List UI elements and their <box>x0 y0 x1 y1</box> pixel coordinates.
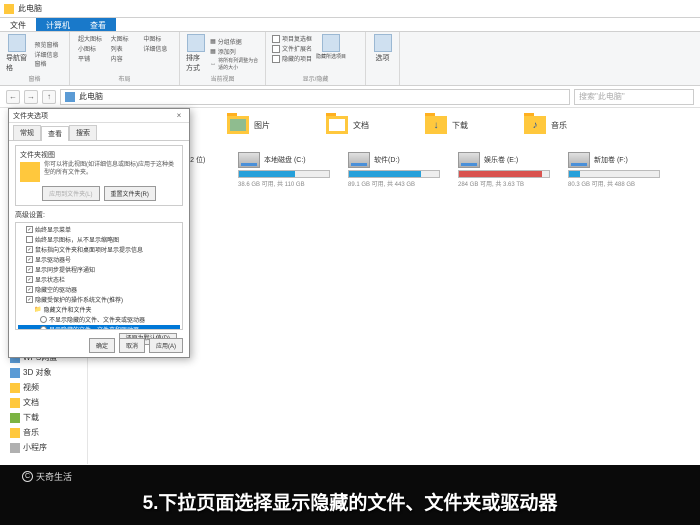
tab-view[interactable]: 查看 <box>41 126 69 141</box>
ribbon-group-layout: 超大图标 大图标 中图标 小图标 列表 详细信息 平铺 内容 布局 <box>70 32 180 85</box>
tab-computer[interactable]: 计算机 <box>36 18 80 31</box>
view-xl-icons[interactable]: 超大图标 <box>76 34 108 43</box>
ribbon-group-panes: 导航窗格 预览窗格 详细信息窗格 窗格 <box>0 32 70 85</box>
view-tiles[interactable]: 平铺 <box>76 54 108 63</box>
autofit-button[interactable]: ↔将所有列调整为合适的大小 <box>210 57 259 71</box>
details-pane-button[interactable]: 详细信息窗格 <box>32 50 63 68</box>
dialog-titlebar: 文件夹选项 × <box>9 109 189 123</box>
video-caption: 5.下拉页面选择显示隐藏的文件、文件夹或驱动器 <box>0 488 700 515</box>
view-list[interactable]: 列表 <box>109 44 141 53</box>
folder-documents[interactable]: 文档 <box>326 116 369 134</box>
dialog-tabs: 常规 查看 搜索 <box>9 123 189 141</box>
ribbon: 导航窗格 预览窗格 详细信息窗格 窗格 超大图标 大图标 中图标 小图标 列表 … <box>0 32 700 86</box>
view-content[interactable]: 内容 <box>109 54 141 63</box>
forward-button[interactable]: → <box>24 90 38 104</box>
folder-music[interactable]: 音乐 <box>524 116 567 134</box>
music-icon <box>10 428 20 438</box>
ribbon-group-current-view: 排序方式 ▦分组依据 ▦添加列 ↔将所有列调整为合适的大小 当前视图 <box>180 32 266 85</box>
up-button[interactable]: ↑ <box>42 90 56 104</box>
drive-c[interactable]: 本地磁盘 (C:) 38.6 GB 可用, 共 110 GB <box>238 152 330 188</box>
options-button[interactable]: 选项 <box>372 34 393 63</box>
folder-icon <box>20 162 40 182</box>
advanced-settings-tree[interactable]: ✓始终显示菜单 始终显示图标，从不显示缩略图 ✓鼠标指向文件夹和桌面项时显示提示… <box>15 222 183 330</box>
sidebar-item[interactable]: 视频 <box>0 380 87 395</box>
cancel-button[interactable]: 取消 <box>119 338 145 353</box>
dialog-title: 文件夹选项 <box>13 111 48 121</box>
sort-button[interactable]: 排序方式 <box>186 34 206 73</box>
dialog-body: 文件夹视图 你可以将此视图(如详细信息或图标)应用于这种类型的所有文件夹。 应用… <box>9 141 189 349</box>
drive-d[interactable]: 软件(D:) 89.1 GB 可用, 共 443 GB <box>348 152 440 188</box>
hide-selected-button[interactable]: 隐藏所选项目 <box>316 34 346 63</box>
ok-button[interactable]: 确定 <box>89 338 115 353</box>
search-input[interactable]: 搜索"此电脑" <box>574 89 694 105</box>
sidebar-item[interactable]: 3D 对象 <box>0 365 87 380</box>
download-icon <box>10 413 20 423</box>
view-m-icons[interactable]: 中图标 <box>141 34 173 43</box>
add-columns-button[interactable]: ▦添加列 <box>210 47 259 56</box>
ribbon-group-options: 选项 <box>366 32 400 85</box>
folder-pictures[interactable]: 图片 <box>227 116 270 134</box>
folders-row: 视频 图片 文档 下载 音乐 <box>128 116 690 134</box>
preview-pane-button[interactable]: 预览窗格 <box>32 40 63 49</box>
checkbox-hidden-items[interactable]: 隐藏的项目 <box>272 54 312 63</box>
drive-f[interactable]: 新加卷 (F:) 80.3 GB 可用, 共 488 GB <box>568 152 660 188</box>
reset-folders-button[interactable]: 重置文件夹(R) <box>104 186 156 201</box>
folder-view-group: 文件夹视图 你可以将此视图(如详细信息或图标)应用于这种类型的所有文件夹。 应用… <box>15 145 183 206</box>
address-input[interactable]: 此电脑 <box>60 89 570 105</box>
group-by-button[interactable]: ▦分组依据 <box>210 37 259 46</box>
drive-icon <box>348 152 370 168</box>
app-icon <box>10 443 20 453</box>
apply-button[interactable]: 应用(A) <box>149 338 183 353</box>
ribbon-tabs: 文件 计算机 查看 <box>0 18 700 32</box>
folder-downloads[interactable]: 下载 <box>425 116 468 134</box>
folder-icon <box>227 116 249 134</box>
drives-row: 腾讯视频 (32 位) 本地磁盘 (C:) 38.6 GB 可用, 共 110 … <box>128 152 690 188</box>
group-desc: 你可以将此视图(如详细信息或图标)应用于这种类型的所有文件夹。 <box>44 162 178 178</box>
watermark: C天奇生活 <box>22 470 72 483</box>
hidden-files-folder-node[interactable]: 📁隐藏文件和文件夹 <box>18 305 180 315</box>
view-l-icons[interactable]: 大图标 <box>109 34 141 43</box>
checkbox-file-ext[interactable]: 文件扩展名 <box>272 44 312 53</box>
folder-icon <box>326 116 348 134</box>
ribbon-group-show-hide: 项目复选框 文件扩展名 隐藏的项目 隐藏所选项目 显示/隐藏 <box>266 32 366 85</box>
tab-view[interactable]: 查看 <box>80 18 116 31</box>
dialog-footer: 确定 取消 应用(A) <box>15 338 183 353</box>
advanced-label: 高级设置: <box>15 210 183 220</box>
tab-general[interactable]: 常规 <box>13 125 41 140</box>
sidebar-item[interactable]: 小程序 <box>0 440 87 455</box>
apply-to-folders-button[interactable]: 应用到文件夹(L) <box>42 186 99 201</box>
titlebar: 此电脑 <box>0 0 700 18</box>
tab-file[interactable]: 文件 <box>0 18 36 31</box>
tab-search[interactable]: 搜索 <box>69 125 97 140</box>
checkbox-item-checkboxes[interactable]: 项目复选框 <box>272 34 312 43</box>
radio-dont-show-hidden[interactable]: 不显示隐藏的文件、文件夹或驱动器 <box>18 315 180 325</box>
drive-icon <box>568 152 590 168</box>
title-path: 此电脑 <box>18 3 42 14</box>
app-icon <box>4 4 14 14</box>
folder-icon <box>524 116 546 134</box>
video-icon <box>10 383 20 393</box>
folder-icon <box>425 116 447 134</box>
view-s-icons[interactable]: 小图标 <box>76 44 108 53</box>
drive-icon <box>458 152 480 168</box>
close-button[interactable]: × <box>173 111 185 121</box>
nav-pane-button[interactable]: 导航窗格 <box>6 34 28 73</box>
group-title: 文件夹视图 <box>20 150 178 160</box>
folder-options-dialog: 文件夹选项 × 常规 查看 搜索 文件夹视图 你可以将此视图(如详细信息或图标)… <box>8 108 190 358</box>
document-icon <box>10 398 20 408</box>
pc-icon <box>65 92 75 102</box>
view-details[interactable]: 详细信息 <box>141 44 173 53</box>
back-button[interactable]: ← <box>6 90 20 104</box>
drive-icon <box>238 152 260 168</box>
sidebar-item[interactable]: 文档 <box>0 395 87 410</box>
3d-icon <box>10 368 20 378</box>
sidebar-item[interactable]: 音乐 <box>0 425 87 440</box>
sidebar-item[interactable]: 下载 <box>0 410 87 425</box>
drive-e[interactable]: 娱乐卷 (E:) 284 GB 可用, 共 3.63 TB <box>458 152 550 188</box>
address-bar: ← → ↑ 此电脑 搜索"此电脑" <box>0 86 700 108</box>
